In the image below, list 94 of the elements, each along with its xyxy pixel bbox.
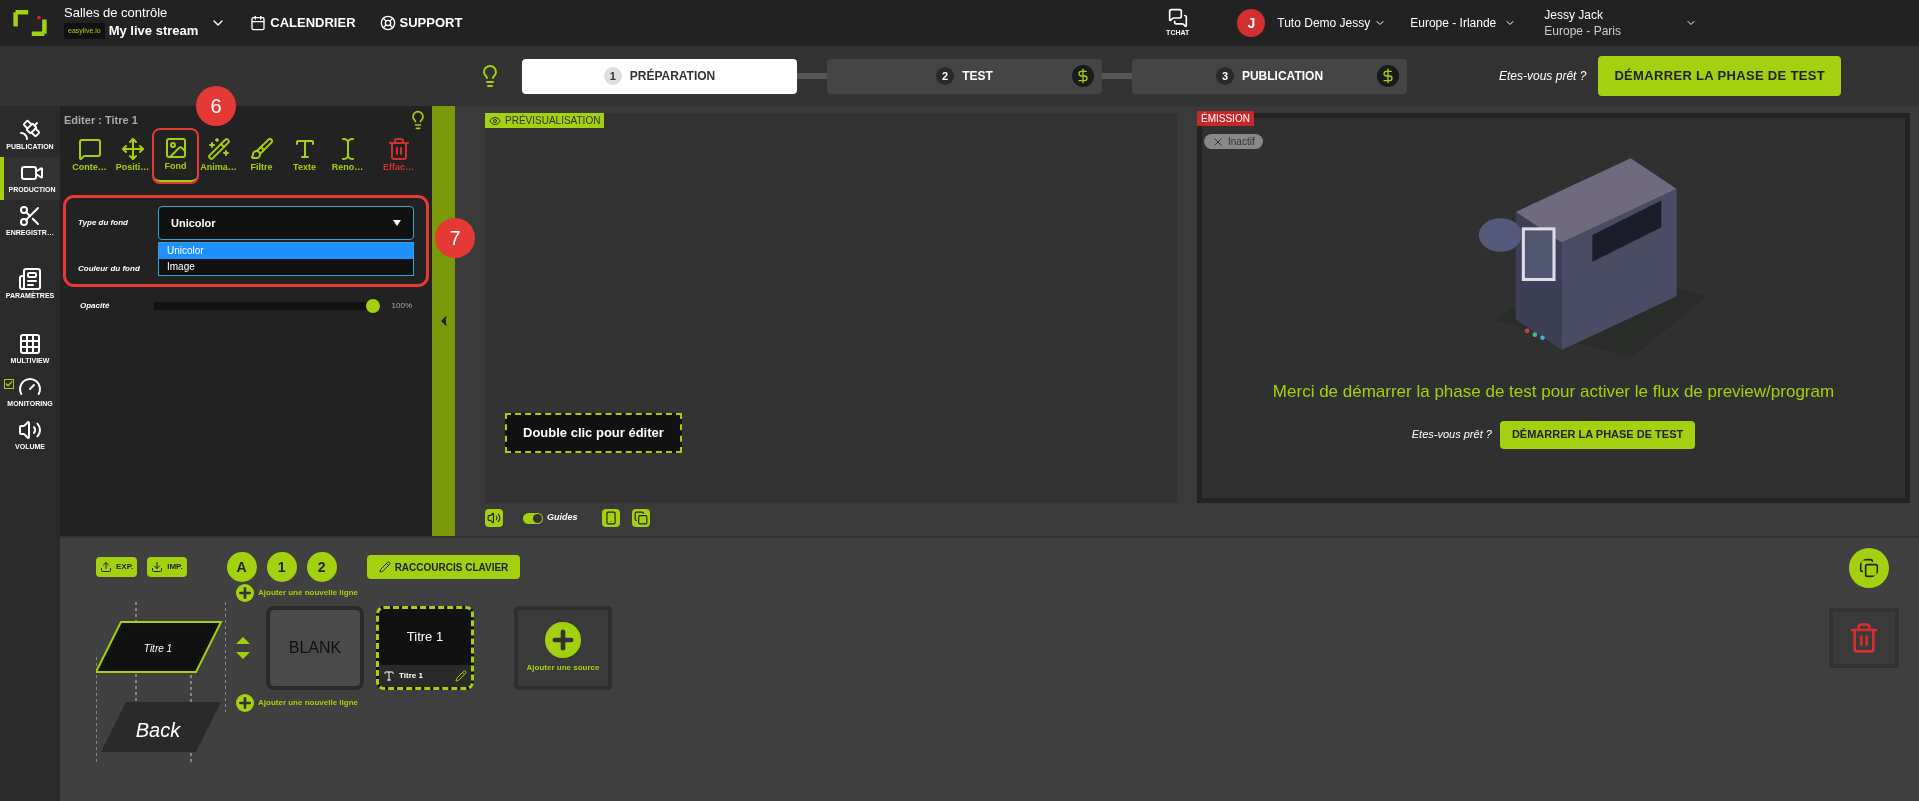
magic-wand-icon [206,137,231,162]
calendar-icon [250,15,267,31]
layer-label: Titre 1 [143,643,173,654]
satellite-dish-icon [18,118,42,143]
layer-label: Back [135,719,181,741]
move-up-icon[interactable] [236,637,250,644]
brush-icon [249,137,274,162]
step-number: 3 [1215,67,1234,85]
step-tab[interactable]: 3 PUBLICATION [1132,58,1407,94]
opacity-slider[interactable] [154,302,380,310]
copy-button[interactable] [631,509,650,527]
step-tab[interactable]: 1 PRÉPARATION [522,58,797,94]
tool-button[interactable]: Reno… [326,130,369,182]
caret-icon [393,220,401,226]
emission-label: ÉMISSION [1197,111,1254,126]
chat-bubbles-icon [1167,7,1188,28]
step-number: 2 [936,67,955,85]
ready-prompt: Etes-vous prêt ? [1411,427,1492,443]
newspaper-icon [18,267,42,292]
move-arrows-icon [120,137,145,162]
ready-prompt: Etes-vous prêt ? [1499,68,1587,85]
step-label: TEST [962,68,993,85]
tool-button[interactable]: Conte… [68,130,111,182]
preview-label: PRÉVISUALISATION [485,113,605,128]
step-connector [1102,73,1132,79]
tool-button[interactable]: Positi… [111,130,154,182]
image-icon [163,136,188,161]
import-button[interactable]: IMP. [147,557,187,577]
logo-icon [12,8,48,38]
start-test-button[interactable]: DÉMARRER LA PHASE DE TEST [1499,420,1696,449]
user-zone: Europe - Paris [1544,23,1621,39]
layer-button[interactable]: A [226,552,257,582]
shortcuts-button[interactable]: RACCOURCIS CLAVIER [366,555,521,579]
export-button[interactable]: EXP. [96,557,138,577]
step-tab[interactable]: 2 TEST [827,58,1102,94]
plus-icon [236,584,254,602]
field-label: Opacité [80,300,111,312]
mobile-button[interactable] [601,509,620,527]
field-label: Type du fond [78,217,129,229]
nav-link[interactable]: CALENDRIER [250,13,356,33]
text-layer[interactable]: Double clic pour éditer [505,413,682,453]
section-label: Salles de contrôle [64,5,169,22]
copy-button[interactable] [1849,548,1889,588]
step-badge: 6 [196,86,236,126]
step-label: PRÉPARATION [629,67,716,85]
account-dropdown[interactable]: Tuto Demo Jessy [1277,14,1387,32]
step-connector [797,73,827,79]
plus-icon [236,694,254,712]
status-badge: Inactif [1204,134,1263,149]
eye-icon [489,114,501,127]
nav-link[interactable]: SUPPORT [379,13,463,33]
text-icon [383,670,395,682]
guides-label: Guides [547,511,578,525]
layer-button[interactable]: 2 [306,552,337,582]
delete-drop-zone[interactable] [1829,608,1899,668]
lifebuoy-icon [379,15,396,31]
tool-button[interactable]: Texte [283,130,326,182]
source-caption: Titre 1 [399,670,423,682]
add-row-button[interactable]: Ajouter une nouvelle ligne [236,584,612,602]
download-icon [151,561,164,573]
step-label: PUBLICATION [1241,68,1324,85]
upload-icon [100,561,112,573]
tool-button[interactable]: Filtre [240,130,283,182]
tool-button[interactable]: Anima… [197,130,240,182]
tool-button[interactable]: Fond [154,130,197,182]
checkbox[interactable] [4,379,14,389]
layer-button[interactable]: 1 [266,552,297,582]
user-name: Jessy Jack [1544,7,1604,23]
guides-toggle[interactable] [523,512,543,524]
field-label: Couleur du fond [78,263,141,275]
plus-icon [545,622,581,658]
speech-bubble-icon [77,137,102,162]
opacity-value: 100% [391,300,412,312]
edit-icon[interactable] [455,670,467,682]
scissors-icon [18,204,42,229]
background-type-select[interactable]: Unicolor [158,206,414,240]
step-badge: 7 [435,218,475,258]
stream-name: My live stream [108,22,199,41]
move-down-icon[interactable] [236,652,250,659]
trash-icon [386,137,411,162]
start-test-button[interactable]: DÉMARRER LA PHASE DE TEST [1598,56,1841,96]
source-title: Titre 1 [405,628,445,647]
add-row-button[interactable]: Ajouter une nouvelle ligne [236,694,612,712]
step-number: 1 [603,67,622,85]
pencil-icon [378,561,391,573]
region-dropdown[interactable]: Europe - Irlande [1410,14,1517,32]
add-source-button[interactable]: Ajouter une source [514,606,612,690]
info-message: Merci de démarrer la phase de test pour activer le flux de preview/program [1272,381,1835,403]
sound-button[interactable] [485,509,503,527]
avatar[interactable]: J [1237,9,1266,37]
source-tile[interactable]: Titre 1 Titre 1 [376,606,474,690]
grid-icon [18,332,42,357]
editor-title: Editer : Titre 1 [64,112,138,128]
dropdown-option[interactable]: Image [159,259,413,275]
